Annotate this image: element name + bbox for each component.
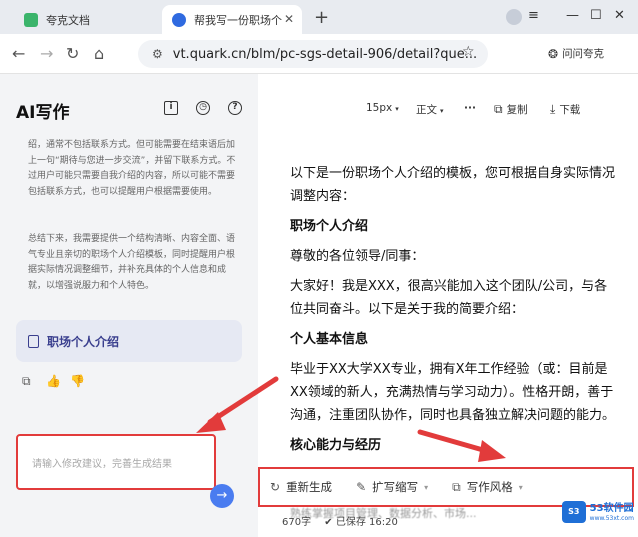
chevron-down-icon: ▾: [424, 482, 429, 492]
refresh-icon: ↻: [270, 480, 281, 494]
thumbs-down-icon[interactable]: 👎: [70, 374, 85, 388]
revision-input[interactable]: 请输入修改建议，完善生成结果: [16, 434, 216, 490]
bookmark-star-icon[interactable]: ☆: [462, 44, 475, 60]
reasoning-paragraph: 绍，通常不包括联系方式。但可能需要在结束语后加上一句“期待与您进一步交流”，并留…: [28, 140, 236, 197]
font-size-value: 15px: [366, 102, 393, 114]
basic-info-text: 毕业于XX大学XX专业，拥有X年工作经验（或：目前是XX领域的新人，充满热情与学…: [290, 362, 616, 423]
site-logo: S3: [562, 501, 586, 523]
doc-card-label: 职场个人介绍: [47, 334, 120, 349]
download-button[interactable]: ⤓ 下载: [550, 102, 580, 117]
close-tab-icon[interactable]: ✕: [284, 12, 294, 26]
send-button[interactable]: →: [210, 484, 234, 508]
close-window-icon[interactable]: ✕: [614, 8, 625, 23]
download-icon: ⤓: [550, 102, 556, 116]
thumbs-up-icon[interactable]: 👍: [46, 374, 61, 388]
document-content[interactable]: 以下是一份职场个人介绍的模板，您可根据自身实际情况调整内容： 职场个人介绍 尊敬…: [290, 162, 616, 464]
copy-icon[interactable]: ⧉: [22, 374, 31, 389]
regenerate-label: 重新生成: [286, 480, 333, 494]
heading-core-skills: 核心能力与经历: [290, 438, 382, 453]
site-settings-icon[interactable]: ⚙: [152, 47, 163, 61]
expand-label: 扩写缩写: [372, 480, 419, 494]
reasoning-summary: 总结下来，我需要提供一个结构清晰、内容全面、语气专业且亲切的职场个人介绍模板，同…: [28, 234, 236, 291]
menu-icon[interactable]: ≡: [528, 8, 539, 23]
writing-style-button[interactable]: ⧉ 写作风格 ▾: [452, 479, 523, 495]
help-icon[interactable]: ?: [228, 101, 242, 115]
minimize-icon[interactable]: —: [566, 8, 579, 23]
ai-writing-panel: AI写作 i ◷ ? 绍，通常不包括联系方式。但可能需要在结束语后加上一句“期待…: [0, 74, 258, 537]
document-icon: [28, 334, 39, 348]
regenerate-button[interactable]: ↻ 重新生成: [270, 479, 332, 495]
chevron-down-icon: ▾: [440, 107, 444, 115]
address-bar-row: ← → ↻ ⌂ ⚙ vt.quark.cn/blm/pc-sgs-detail-…: [0, 34, 638, 74]
check-icon: ✔: [324, 517, 333, 528]
home-icon[interactable]: ⌂: [94, 44, 104, 63]
document-info-icon[interactable]: i: [164, 101, 178, 115]
chevron-down-icon: ▾: [518, 482, 523, 492]
word-count: 670字: [282, 517, 312, 528]
greeting-text: 尊敬的各位领导/同事：: [290, 249, 425, 264]
more-button[interactable]: ···: [464, 102, 476, 114]
font-size-select[interactable]: 15px ▾: [366, 102, 399, 114]
input-placeholder: 请输入修改建议，完善生成结果: [32, 458, 172, 470]
back-icon[interactable]: ←: [12, 44, 25, 63]
new-tab-icon[interactable]: +: [314, 7, 329, 28]
heading-title: 职场个人介绍: [290, 219, 369, 234]
copy-icon: ⧉: [494, 102, 503, 116]
tab-label: 夸克文档: [46, 13, 90, 27]
edit-icon: ✎: [356, 480, 367, 494]
profile-icon[interactable]: [506, 9, 522, 25]
save-status: 已保存 16:20: [335, 517, 398, 528]
url-text: vt.quark.cn/blm/pc-sgs-detail-906/detail…: [172, 46, 478, 62]
history-icon[interactable]: ◷: [196, 101, 210, 115]
watermark-site: www.53xt.com: [589, 514, 634, 522]
quark-docs-icon: [24, 12, 38, 27]
tab-strip: 夸克文档 帮我写一份职场个 ✕ + ≡ — ☐ ✕: [0, 0, 638, 34]
paragraph-style-select[interactable]: 正文 ▾: [416, 102, 444, 117]
arrow-right-icon: →: [216, 488, 228, 503]
reload-icon[interactable]: ↻: [66, 44, 79, 63]
tab-quark-docs[interactable]: 夸克文档: [14, 5, 154, 34]
tab-write-intro[interactable]: 帮我写一份职场个 ✕: [162, 5, 302, 34]
forward-icon[interactable]: →: [40, 44, 53, 63]
generated-doc-card[interactable]: 职场个人介绍: [16, 320, 242, 362]
ask-quark-button[interactable]: ❂ 问问夸克: [548, 46, 604, 61]
watermark-text: 53软件园 www.53xt.com: [590, 503, 634, 522]
style-label: 写作风格: [466, 480, 513, 494]
tab-label: 帮我写一份职场个: [194, 13, 282, 27]
intro-text: 以下是一份职场个人介绍的模板，您可根据自身实际情况调整内容：: [290, 166, 616, 204]
watermark: S3 53软件园 www.53xt.com: [562, 497, 634, 527]
style-icon: ⧉: [452, 479, 461, 494]
paragraph-style-value: 正文: [416, 104, 437, 116]
ask-quark-icon: ❂: [548, 46, 559, 61]
url-field[interactable]: ⚙ vt.quark.cn/blm/pc-sgs-detail-906/deta…: [138, 40, 488, 68]
copy-label: 复制: [506, 104, 528, 116]
download-label: 下载: [559, 104, 581, 116]
opening-text: 大家好！我是XXX，很高兴能加入这个团队/公司，与各位共同奋斗。以下是关于我的简…: [290, 279, 608, 317]
expand-shorten-button[interactable]: ✎ 扩写缩写 ▾: [356, 479, 428, 495]
quark-logo-icon: [172, 12, 186, 27]
status-bar: 670字 ✔ 已保存 16:20: [282, 513, 398, 528]
ask-quark-label: 问问夸克: [562, 48, 605, 60]
chevron-down-icon: ▾: [395, 105, 399, 113]
heading-basic-info: 个人基本信息: [290, 332, 369, 347]
watermark-name: 53软件园: [589, 502, 634, 514]
maximize-icon[interactable]: ☐: [590, 8, 602, 23]
copy-button[interactable]: ⧉ 复制: [494, 102, 528, 117]
panel-title: AI写作: [16, 103, 70, 123]
